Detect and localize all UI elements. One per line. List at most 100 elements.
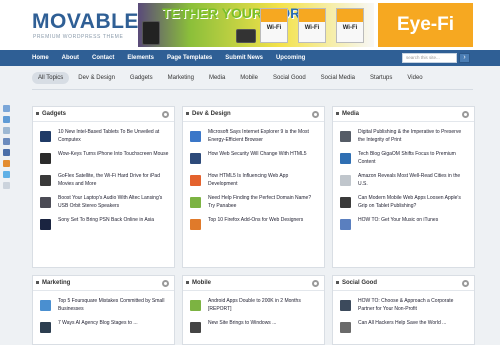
article-link[interactable]: 7 Ways AI Agency Blog Stages to ... — [58, 320, 138, 339]
gear-icon[interactable] — [162, 280, 169, 287]
article-link[interactable]: Amazon Reveals Most Well-Read Cities in … — [358, 173, 469, 192]
article-link[interactable]: How HTML5 Is Influencing Web App Develop… — [208, 173, 319, 192]
article-thumbnail[interactable] — [40, 322, 51, 333]
topic-mobile[interactable]: Mobile — [234, 72, 264, 84]
article-thumbnail[interactable] — [190, 300, 201, 311]
nav-upcoming[interactable]: Upcoming — [276, 50, 305, 66]
topic-media[interactable]: Media — [203, 72, 231, 84]
list-item[interactable]: Boost Your Laptop's Audio With Altec Lan… — [40, 195, 169, 214]
list-item[interactable]: Top 5 Foursquare Mistakes Committed by S… — [40, 298, 169, 317]
list-item[interactable]: 7 Ways AI Agency Blog Stages to ... — [40, 320, 169, 339]
digg-share-icon[interactable] — [3, 138, 10, 145]
panel-title[interactable]: Marketing — [35, 276, 70, 291]
nav-elements[interactable]: Elements — [127, 50, 154, 66]
article-thumbnail[interactable] — [40, 153, 51, 164]
rss-share-icon[interactable] — [3, 160, 10, 167]
article-thumbnail[interactable] — [340, 322, 351, 333]
topic-video[interactable]: Video — [401, 72, 428, 84]
nav-submit-news[interactable]: Submit News — [225, 50, 263, 66]
article-link[interactable]: Top 5 Foursquare Mistakes Committed by S… — [58, 298, 169, 317]
topic-social-good[interactable]: Social Good — [267, 72, 312, 84]
list-item[interactable]: Sony Set To Bring PSN Back Online in Asi… — [40, 217, 169, 236]
twitter-share-icon[interactable] — [3, 116, 10, 123]
article-link[interactable]: How Web Security Will Change With HTML5 — [208, 151, 307, 170]
article-link[interactable]: Can Modern Mobile Web Apps Loosen Apple'… — [358, 195, 469, 214]
search-input[interactable]: search this site... — [402, 53, 457, 63]
gear-icon[interactable] — [312, 111, 319, 118]
article-thumbnail[interactable] — [190, 322, 201, 333]
list-item[interactable]: New Site Brings to Windows ... — [190, 320, 319, 339]
article-thumbnail[interactable] — [190, 175, 201, 186]
article-link[interactable]: GoFlex Satellite, the Wi-Fi Hard Drive f… — [58, 173, 169, 192]
gear-icon[interactable] — [462, 280, 469, 287]
list-item[interactable]: 10 New Intel-Based Tablets To Be Unveile… — [40, 129, 169, 148]
more-share-icon[interactable] — [3, 182, 10, 189]
article-thumbnail[interactable] — [40, 219, 51, 230]
article-link[interactable]: Top 10 Firefox Add-Ons for Web Designers — [208, 217, 303, 236]
article-thumbnail[interactable] — [340, 197, 351, 208]
list-item[interactable]: How Web Security Will Change With HTML5 — [190, 151, 319, 170]
gear-icon[interactable] — [462, 111, 469, 118]
panel-title[interactable]: Media — [335, 107, 359, 122]
delicious-share-icon[interactable] — [3, 127, 10, 134]
topic-startups[interactable]: Startups — [364, 72, 398, 84]
list-item[interactable]: Can Modern Mobile Web Apps Loosen Apple'… — [340, 195, 469, 214]
article-thumbnail[interactable] — [40, 300, 51, 311]
article-thumbnail[interactable] — [340, 175, 351, 186]
article-thumbnail[interactable] — [190, 131, 201, 142]
article-link[interactable]: Tech Blog GigaOM Shifts Focus to Premium… — [358, 151, 469, 170]
list-item[interactable]: HOW TO: Choose & Approach a Corporate Pa… — [340, 298, 469, 317]
list-item[interactable]: Wow-Keys Turns iPhone Into Touchscreen M… — [40, 151, 169, 170]
article-thumbnail[interactable] — [340, 300, 351, 311]
article-link[interactable]: Sony Set To Bring PSN Back Online in Asi… — [58, 217, 154, 236]
article-link[interactable]: 10 New Intel-Based Tablets To Be Unveile… — [58, 129, 169, 148]
article-thumbnail[interactable] — [40, 131, 51, 142]
gear-icon[interactable] — [312, 280, 319, 287]
article-link[interactable]: Boost Your Laptop's Audio With Altec Lan… — [58, 195, 169, 214]
article-link[interactable]: Microsoft Says Internet Explorer 9 is th… — [208, 129, 319, 148]
site-logo[interactable]: MOVABLEWP — [32, 10, 155, 34]
topic-dev-design[interactable]: Dev & Design — [72, 72, 121, 84]
eyefi-ad-logo[interactable]: Eye-Fi — [378, 3, 473, 47]
list-item[interactable]: Amazon Reveals Most Well-Read Cities in … — [340, 173, 469, 192]
panel-title[interactable]: Dev & Design — [186, 107, 231, 122]
nav-contact[interactable]: Contact — [92, 50, 114, 66]
article-thumbnail[interactable] — [340, 153, 351, 164]
topic-social-media[interactable]: Social Media — [315, 72, 361, 84]
article-thumbnail[interactable] — [190, 153, 201, 164]
article-link[interactable]: Need Help Finding the Perfect Domain Nam… — [208, 195, 319, 214]
list-item[interactable]: GoFlex Satellite, the Wi-Fi Hard Drive f… — [40, 173, 169, 192]
article-link[interactable]: Wow-Keys Turns iPhone Into Touchscreen M… — [58, 151, 168, 170]
facebook-share-icon[interactable] — [3, 149, 10, 156]
article-link[interactable]: Digital Publishing & the Imperative to P… — [358, 129, 469, 148]
list-item[interactable]: HOW TO: Get Your Music on iTunes — [340, 217, 469, 236]
topic-marketing[interactable]: Marketing — [162, 72, 200, 84]
article-link[interactable]: HOW TO: Choose & Approach a Corporate Pa… — [358, 298, 469, 317]
list-item[interactable]: Top 10 Firefox Add-Ons for Web Designers — [190, 217, 319, 236]
topic-gadgets[interactable]: Gadgets — [124, 72, 159, 84]
article-thumbnail[interactable] — [40, 175, 51, 186]
article-link[interactable]: Can All Hackers Help Save the World ... — [358, 320, 446, 339]
nav-about[interactable]: About — [62, 50, 79, 66]
article-thumbnail[interactable] — [190, 197, 201, 208]
article-thumbnail[interactable] — [340, 219, 351, 230]
list-item[interactable]: Tech Blog GigaOM Shifts Focus to Premium… — [340, 151, 469, 170]
article-thumbnail[interactable] — [190, 219, 201, 230]
list-item[interactable]: Can All Hackers Help Save the World ... — [340, 320, 469, 339]
stumble-share-icon[interactable] — [3, 171, 10, 178]
article-link[interactable]: HOW TO: Get Your Music on iTunes — [358, 217, 438, 236]
panel-title[interactable]: Gadgets — [35, 107, 66, 122]
panel-title[interactable]: Social Good — [335, 276, 377, 291]
panel-title[interactable]: Mobile — [186, 276, 211, 291]
nav-page-templates[interactable]: Page Templates — [167, 50, 212, 66]
list-item[interactable]: Need Help Finding the Perfect Domain Nam… — [190, 195, 319, 214]
gear-icon[interactable] — [162, 111, 169, 118]
nav-home[interactable]: Home — [32, 50, 49, 66]
list-item[interactable]: How HTML5 Is Influencing Web App Develop… — [190, 173, 319, 192]
list-item[interactable]: Microsoft Says Internet Explorer 9 is th… — [190, 129, 319, 148]
article-link[interactable]: Android Apps Double to 200K in 2 Months … — [208, 298, 319, 317]
topic-all-topics[interactable]: All Topics — [32, 72, 70, 84]
email-share-icon[interactable] — [3, 105, 10, 112]
article-thumbnail[interactable] — [340, 131, 351, 142]
article-link[interactable]: New Site Brings to Windows ... — [208, 320, 276, 339]
